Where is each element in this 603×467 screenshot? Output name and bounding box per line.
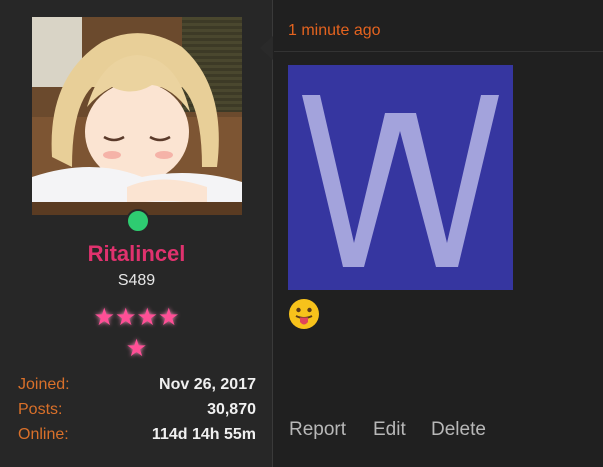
stat-row-joined: Joined: Nov 26, 2017 bbox=[18, 376, 256, 396]
stat-label: Online: bbox=[18, 426, 69, 443]
stat-value: 114d 14h 55m bbox=[151, 426, 256, 443]
username-link[interactable]: Ritalincel bbox=[0, 241, 273, 267]
stat-value: 30,870 bbox=[207, 401, 256, 418]
post-image[interactable] bbox=[288, 65, 513, 290]
anime-character-avatar-image bbox=[32, 17, 242, 215]
post-timestamp[interactable]: 1 minute ago bbox=[288, 22, 381, 40]
stat-value: Nov 26, 2017 bbox=[159, 376, 256, 393]
rank-stars-row-1: ★★★★ bbox=[93, 304, 180, 331]
edit-button[interactable]: Edit bbox=[373, 419, 406, 441]
post-panel: 1 minute ago Report Edit Delete bbox=[274, 0, 603, 467]
delete-button[interactable]: Delete bbox=[431, 419, 486, 441]
report-button[interactable]: Report bbox=[289, 419, 346, 441]
stat-label: Posts: bbox=[18, 401, 63, 418]
stat-row-online: Online: 114d 14h 55m bbox=[18, 426, 256, 446]
avatar-container bbox=[32, 17, 242, 233]
online-status-indicator bbox=[126, 209, 150, 233]
tongue-out-face-icon bbox=[289, 299, 319, 329]
w-letter-graphic bbox=[302, 95, 499, 267]
user-info-panel: Ritalincel S489 ★★★★ ★ Joined: Nov 26, 2… bbox=[0, 0, 273, 467]
stat-row-posts: Posts: 30,870 bbox=[18, 401, 256, 421]
user-rank-title: S489 bbox=[117, 272, 156, 289]
avatar[interactable] bbox=[32, 17, 242, 215]
post-arrow-pointer bbox=[260, 36, 273, 60]
rank-stars-row-2: ★ bbox=[125, 335, 148, 362]
post-header-divider bbox=[274, 51, 603, 52]
stat-label: Joined: bbox=[18, 376, 70, 393]
